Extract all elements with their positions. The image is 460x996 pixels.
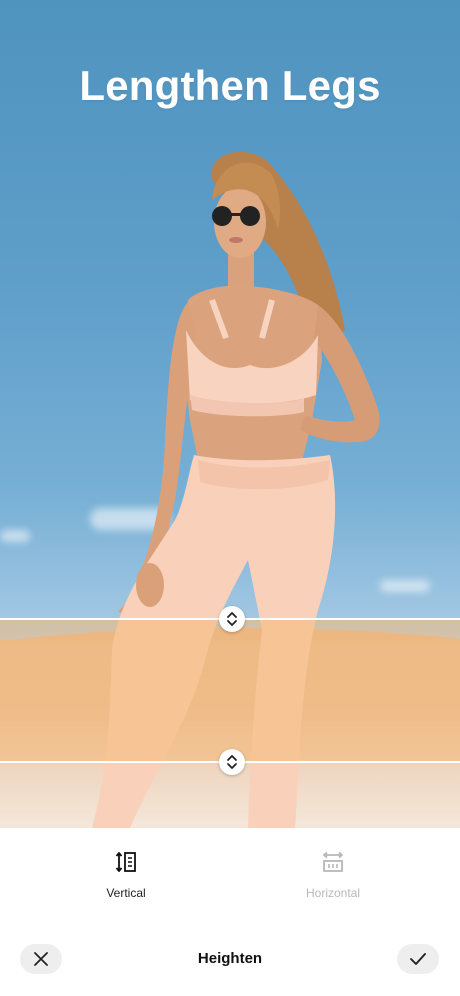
checkmark-icon xyxy=(410,953,426,965)
bottom-drag-handle[interactable] xyxy=(219,749,245,775)
mode-vertical[interactable]: Vertical xyxy=(66,850,186,900)
vertical-stretch-icon xyxy=(115,852,136,872)
selection-band[interactable] xyxy=(0,619,460,762)
up-down-chevron-icon xyxy=(227,755,237,769)
photo-canvas[interactable]: Lengthen Legs xyxy=(0,0,460,828)
top-drag-handle[interactable] xyxy=(219,606,245,632)
mode-horizontal[interactable]: Horizontal xyxy=(273,850,393,900)
tool-title: Heighten xyxy=(197,950,263,967)
confirm-button[interactable] xyxy=(397,944,439,974)
tool-panel: Vertical Horizontal Heighten xyxy=(0,828,460,996)
mode-horizontal-label: Horizontal xyxy=(305,886,361,900)
up-down-chevron-icon xyxy=(227,612,237,626)
headline: Lengthen Legs xyxy=(79,62,381,109)
mode-vertical-label: Vertical xyxy=(106,886,146,900)
horizontal-stretch-icon xyxy=(323,851,343,872)
